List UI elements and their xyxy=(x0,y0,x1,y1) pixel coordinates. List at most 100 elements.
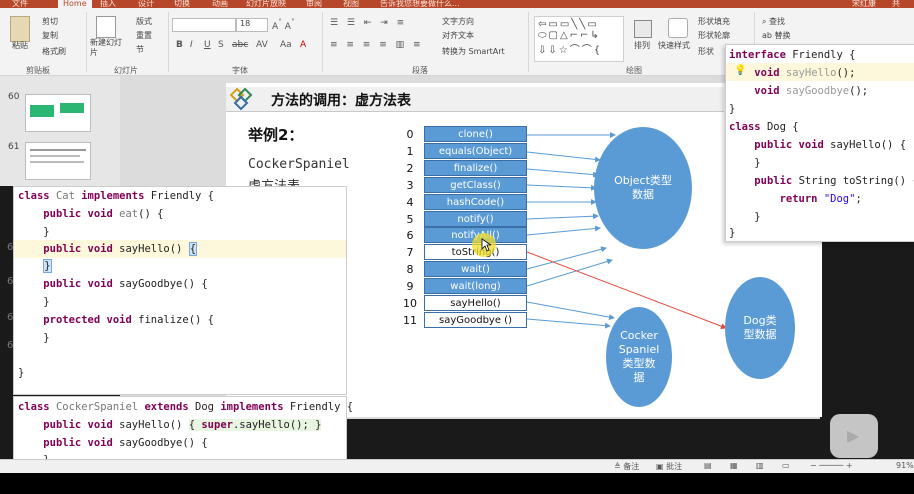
code-line: CockerSpaniel xyxy=(55,401,145,413)
slide-thumbnail[interactable] xyxy=(25,94,91,132)
copy-button[interactable]: 复制 xyxy=(42,30,58,41)
new-slide-icon[interactable] xyxy=(96,16,116,38)
slide-thumbnail[interactable] xyxy=(25,142,91,180)
shape-effects-button[interactable]: 形状 xyxy=(698,46,714,57)
paste-button[interactable]: 粘贴 xyxy=(12,40,28,51)
change-case-icon[interactable]: Aa xyxy=(280,40,292,50)
code-line: () { xyxy=(138,208,164,220)
thumbnail-number: 60 xyxy=(8,92,20,102)
code-line: } xyxy=(729,103,736,115)
mouse-pointer-icon xyxy=(481,238,491,252)
find-button[interactable]: ⌕ 查找 xyxy=(762,16,785,27)
vtable-index: 6 xyxy=(406,229,414,242)
vtable-index: 3 xyxy=(406,179,414,192)
underline-icon[interactable]: U xyxy=(204,40,211,50)
clipboard-group-label: 剪贴板 xyxy=(26,66,50,75)
code-line: (); xyxy=(836,67,856,79)
keyword: public void xyxy=(43,208,120,220)
replace-icon: ab xyxy=(762,31,775,40)
code-line: Dog { xyxy=(766,121,799,133)
normal-view-icon[interactable]: ▤ xyxy=(704,461,712,470)
gutter-mark: 6 xyxy=(7,340,14,351)
code-panel-cat[interactable]: class Cat implements Friendly { public v… xyxy=(13,186,347,395)
vtable-index: 2 xyxy=(406,162,414,175)
code-panel-cocker[interactable]: class CockerSpaniel extends Dog implemen… xyxy=(13,396,353,466)
thumbnail-shape xyxy=(30,105,54,117)
text-direction-button[interactable]: 文字方向 xyxy=(442,16,474,27)
object-type-bubble: Object类型 数据 xyxy=(594,127,692,249)
shadow-icon[interactable]: S xyxy=(218,40,224,50)
cut-button[interactable]: 剪切 xyxy=(42,16,58,27)
class-name-label: CockerSpaniel xyxy=(248,157,350,172)
keyword: class xyxy=(18,190,56,202)
code-line: } xyxy=(18,332,50,344)
italic-icon[interactable]: I xyxy=(190,40,193,50)
code-line: } xyxy=(729,211,761,223)
layout-button[interactable]: 版式 xyxy=(136,16,152,27)
zoom-slider[interactable]: − ───── + xyxy=(810,461,853,470)
code-line: { super.sayHello(); } xyxy=(188,419,322,431)
grow-font-icon[interactable]: A˄ A˅ xyxy=(272,18,295,32)
align-icons[interactable]: ≡ ≡ ≡ ≡ ▥ ≡ xyxy=(330,40,424,50)
shape-fill-button[interactable]: 形状填充 xyxy=(698,16,730,27)
reading-view-icon[interactable]: ▥ xyxy=(756,461,764,470)
code-line: } xyxy=(18,226,50,238)
quick-styles-button[interactable]: 快速样式 xyxy=(658,40,690,51)
video-logo-watermark: ▶ xyxy=(830,414,878,458)
code-panel-interface[interactable]: 💡 interface Friendly { void sayHello(); … xyxy=(725,44,914,242)
slideshow-icon[interactable]: ▭ xyxy=(782,461,790,470)
comments-button[interactable]: ▣ 批注 xyxy=(656,461,682,472)
vtable-index: 7 xyxy=(406,246,414,259)
code-line: Dog xyxy=(195,401,221,413)
char-spacing-icon[interactable]: AV xyxy=(256,40,268,50)
gutter-mark: 6 xyxy=(7,312,14,323)
paste-icon[interactable] xyxy=(10,16,30,42)
font-size-input[interactable]: 18 xyxy=(236,18,268,32)
new-slide-button[interactable]: 新建幻灯片 xyxy=(90,38,124,58)
arrange-button[interactable]: 排列 xyxy=(634,40,650,51)
slide-title: 方法的调用：虚方法表 xyxy=(271,93,411,109)
font-color-icon[interactable]: A xyxy=(300,40,306,50)
replace-button[interactable]: ab 替换 xyxy=(762,30,791,41)
code-line: Friendly { xyxy=(792,49,856,61)
gutter-mark: 6 xyxy=(7,276,14,287)
shape-outline-button[interactable]: 形状轮廓 xyxy=(698,30,730,41)
format-painter-button[interactable]: 格式刷 xyxy=(42,46,66,57)
keyword: protected void xyxy=(43,314,139,326)
notes-button[interactable]: ≜ 备注 xyxy=(614,461,639,472)
reset-button[interactable]: 重置 xyxy=(136,30,152,41)
vtable-index: 11 xyxy=(403,314,417,327)
strikethrough-icon[interactable]: abc xyxy=(232,40,248,50)
comments-label: 批注 xyxy=(666,462,683,471)
slide-sorter-icon[interactable]: ▦ xyxy=(730,461,738,470)
bullets-icon[interactable]: ☰ ☰ ⇤ ⇥ ≡ xyxy=(330,18,407,28)
thumbnail-line xyxy=(30,161,84,163)
zoom-level[interactable]: 91% xyxy=(896,461,914,470)
font-name-input[interactable] xyxy=(172,18,236,32)
brace-match: } xyxy=(43,259,52,273)
vtable-index: 4 xyxy=(406,196,414,209)
font-size-value: 18 xyxy=(240,19,251,28)
notes-label: 备注 xyxy=(623,462,640,471)
vtable-method: getClass() xyxy=(424,177,527,193)
keyword: class xyxy=(729,121,767,133)
code-line: finalize() { xyxy=(138,314,214,326)
keyword: interface xyxy=(729,49,793,61)
shapes-icon: ⇦▭▭╲╲▭ ⬭▢△⌐⌐↳ ⇩⇩☆⌒⌒{ xyxy=(538,19,603,56)
slides-group-label: 幻灯片 xyxy=(114,66,138,75)
bold-icon[interactable]: B xyxy=(176,40,183,50)
arrange-icon[interactable] xyxy=(634,20,652,38)
smartart-button[interactable]: 转换为 SmartArt xyxy=(442,46,505,57)
slide-thumbnail-pane[interactable]: 60 61 xyxy=(0,76,120,186)
quick-styles-icon[interactable] xyxy=(668,18,688,38)
divider xyxy=(168,12,169,72)
code-line: sayHello() xyxy=(119,419,189,431)
code-line: Friendly { xyxy=(289,401,354,413)
code-line: String toString() { xyxy=(798,175,914,187)
align-text-button[interactable]: 对齐文本 xyxy=(442,30,474,41)
thumbnail-shape xyxy=(60,103,84,113)
section-button[interactable]: 节 xyxy=(136,44,144,55)
code-line: (); xyxy=(849,85,869,97)
shapes-gallery[interactable]: ⇦▭▭╲╲▭ ⬭▢△⌐⌐↳ ⇩⇩☆⌒⌒{ xyxy=(534,16,624,62)
vtable-index: 10 xyxy=(403,297,417,310)
